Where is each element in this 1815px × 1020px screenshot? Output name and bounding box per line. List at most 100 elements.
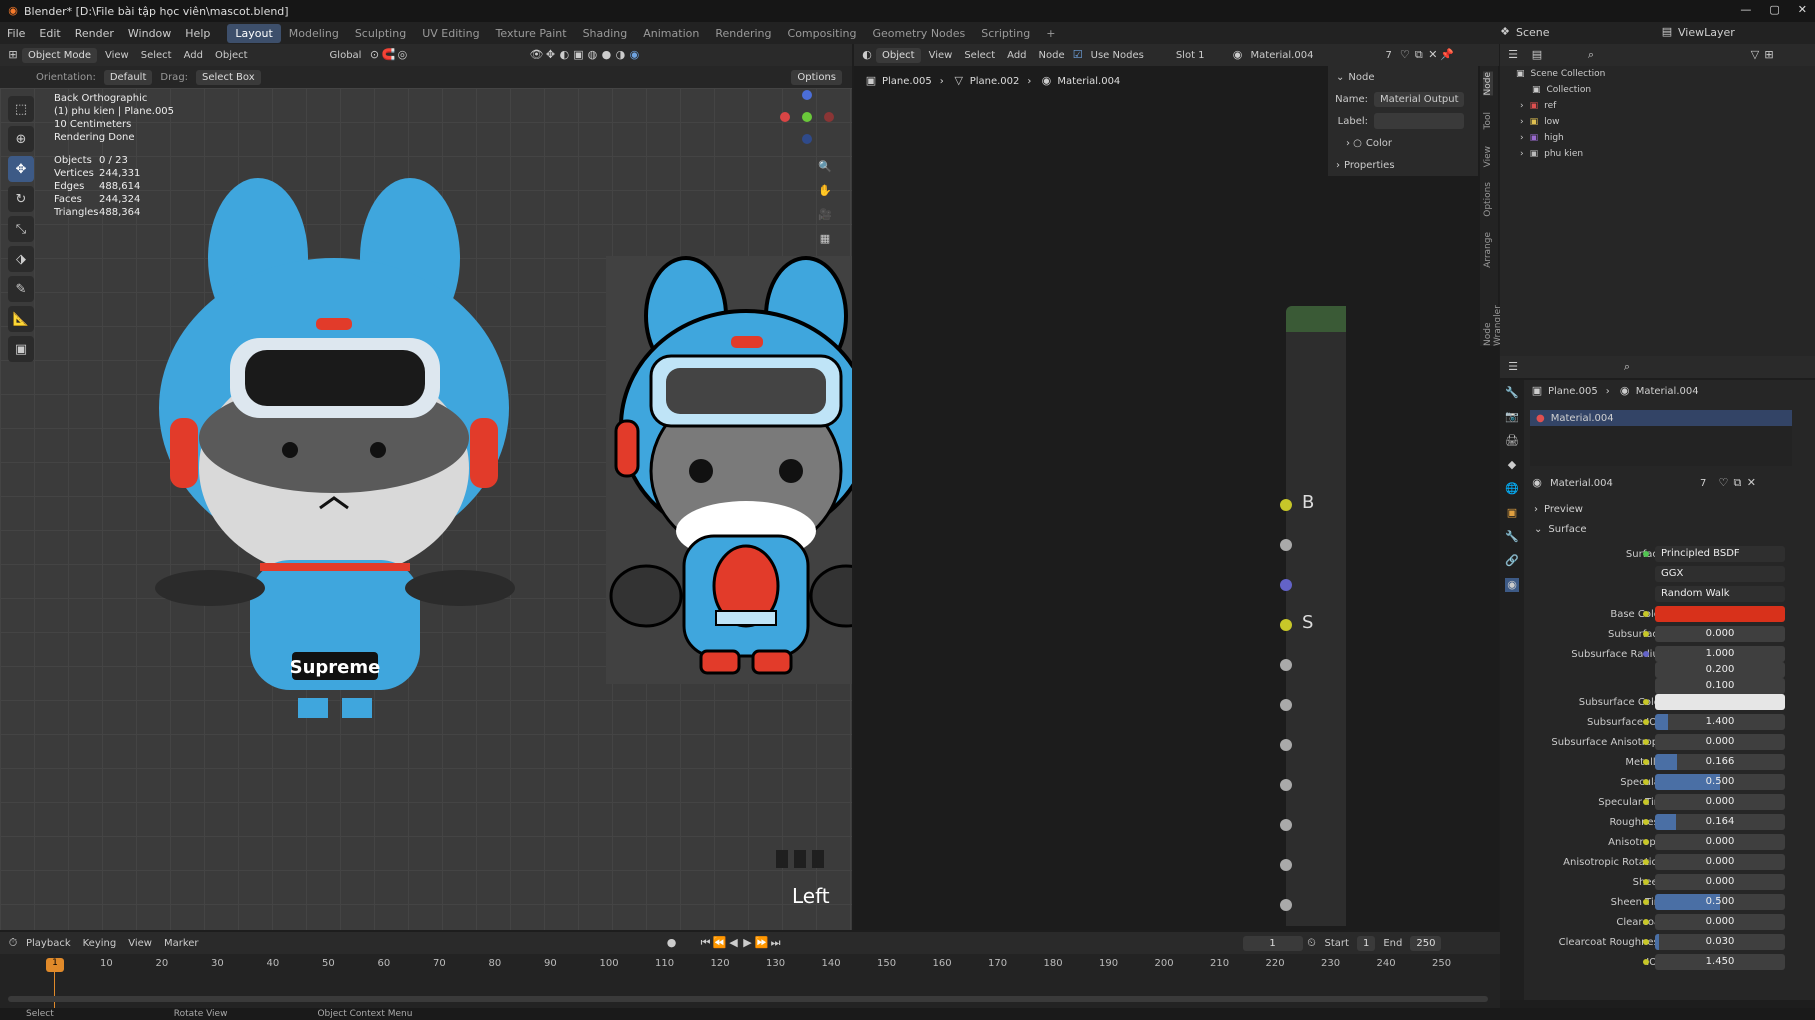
annotate-tool-icon[interactable]: ✎ bbox=[8, 276, 34, 302]
node-name-field[interactable]: Material Output bbox=[1374, 91, 1464, 107]
node-menu-view[interactable]: View bbox=[923, 48, 959, 63]
properties-subpanel[interactable]: › Properties bbox=[1328, 154, 1478, 176]
tab-uv-editing[interactable]: UV Editing bbox=[414, 24, 487, 43]
playhead[interactable]: 1 bbox=[46, 958, 64, 972]
property-field[interactable]: 0.000 bbox=[1655, 834, 1785, 850]
snap-icon[interactable]: 🧲 bbox=[381, 48, 396, 62]
cursor-tool-icon[interactable]: ⊕ bbox=[8, 126, 34, 152]
duplicate-icon[interactable]: ⧉ bbox=[1412, 48, 1426, 62]
world-tab-icon[interactable]: 🌐 bbox=[1505, 482, 1519, 496]
property-field[interactable]: 1.400 bbox=[1655, 714, 1785, 730]
tab-sculpting[interactable]: Sculpting bbox=[347, 24, 414, 43]
maximize-icon[interactable]: ▢ bbox=[1769, 3, 1779, 16]
properties-search-icon[interactable]: ⌕ bbox=[1620, 360, 1634, 374]
tab-texture-paint[interactable]: Texture Paint bbox=[488, 24, 575, 43]
socket[interactable] bbox=[1280, 779, 1292, 791]
outliner-item[interactable]: › ▣ phu kien bbox=[1500, 146, 1815, 162]
drag-dropdown[interactable]: Select Box bbox=[196, 69, 261, 85]
use-nodes-checkbox[interactable]: ☑ bbox=[1071, 48, 1085, 62]
node-menu-node[interactable]: Node bbox=[1033, 48, 1071, 63]
pan-hand-icon[interactable]: ✋ bbox=[818, 184, 832, 198]
gizmo-icon[interactable]: ✥ bbox=[543, 48, 557, 62]
3d-viewport[interactable]: ⬚ ⊕ ✥ ↻ ⤡ ⬗ ✎ 📐 ▣ Back Orthographic (1) … bbox=[0, 88, 852, 930]
socket[interactable] bbox=[1280, 539, 1292, 551]
grid-view-icon[interactable]: ▦ bbox=[818, 232, 832, 246]
tab-tool[interactable]: Tool bbox=[1483, 112, 1493, 129]
property-field[interactable]: 0.000 bbox=[1655, 734, 1785, 750]
material-name-field[interactable]: Material.004 bbox=[1550, 478, 1700, 489]
material-shading-icon[interactable]: ◑ bbox=[613, 48, 627, 62]
node-menu-add[interactable]: Add bbox=[1001, 48, 1032, 63]
overlay-icon[interactable]: ◐ bbox=[557, 48, 571, 62]
scene-tab-icon[interactable]: ◆ bbox=[1505, 458, 1519, 472]
tab-compositing[interactable]: Compositing bbox=[780, 24, 865, 43]
slot-dropdown[interactable]: Slot 1 bbox=[1170, 48, 1211, 63]
property-field[interactable]: 1.450 bbox=[1655, 954, 1785, 970]
editor-type-icon[interactable]: ⊞ bbox=[6, 48, 20, 62]
record-icon[interactable]: ● bbox=[665, 936, 679, 950]
node-editor-type-icon[interactable]: ◐ bbox=[860, 48, 874, 62]
node-header[interactable] bbox=[1286, 306, 1346, 332]
fake-user-icon[interactable]: ♡ bbox=[1398, 48, 1412, 62]
property-field[interactable]: 0.000 bbox=[1655, 854, 1785, 870]
surface-panel[interactable]: ⌄ Surface bbox=[1534, 524, 1587, 535]
tab-animation[interactable]: Animation bbox=[635, 24, 707, 43]
outliner-root[interactable]: ▣ Scene Collection bbox=[1500, 66, 1815, 82]
render-tab-icon[interactable]: 📷 bbox=[1505, 410, 1519, 424]
display-mode-icon[interactable]: ▤ bbox=[1530, 48, 1544, 62]
select-tool-icon[interactable]: ⬚ bbox=[8, 96, 34, 122]
socket-output[interactable] bbox=[1280, 499, 1292, 511]
tab-node[interactable]: Node bbox=[1483, 72, 1493, 96]
transform-tool-icon[interactable]: ⬗ bbox=[8, 246, 34, 272]
outliner-item[interactable]: ▣ Collection bbox=[1500, 82, 1815, 98]
unlink-icon[interactable]: ✕ bbox=[1426, 48, 1440, 62]
mode-dropdown[interactable]: Object Mode bbox=[22, 47, 97, 63]
proportional-icon[interactable]: ◎ bbox=[395, 48, 409, 62]
socket[interactable] bbox=[1280, 659, 1292, 671]
breadcrumb-mesh[interactable]: Plane.002 bbox=[970, 76, 1020, 87]
breadcrumb-material[interactable]: Material.004 bbox=[1057, 76, 1120, 87]
property-field[interactable]: 0.500 bbox=[1655, 894, 1785, 910]
reference-image[interactable] bbox=[606, 256, 852, 684]
solid-shading-icon[interactable]: ● bbox=[599, 48, 613, 62]
zoom-icon[interactable]: 🔍 bbox=[818, 160, 832, 174]
color-subpanel[interactable]: › ○ Color bbox=[1328, 132, 1478, 154]
options-button[interactable]: Options bbox=[791, 69, 842, 85]
material-slot-item[interactable]: ● Material.004 bbox=[1530, 410, 1792, 426]
outliner-item[interactable]: › ▣ ref bbox=[1500, 98, 1815, 114]
jump-start-icon[interactable]: ⏮ bbox=[699, 936, 713, 950]
duplicate-icon[interactable]: ⧉ bbox=[1730, 476, 1744, 490]
surface-shader-field[interactable]: Principled BSDF bbox=[1655, 546, 1785, 562]
property-field[interactable]: 0.500 bbox=[1655, 774, 1785, 790]
object-dropdown[interactable]: Object bbox=[876, 47, 921, 63]
minimize-icon[interactable]: — bbox=[1740, 3, 1751, 16]
menu-render[interactable]: Render bbox=[68, 27, 121, 40]
next-keyframe-icon[interactable]: ⏩ bbox=[755, 936, 769, 950]
tab-shading[interactable]: Shading bbox=[575, 24, 636, 43]
preview-panel[interactable]: › Preview bbox=[1534, 504, 1583, 515]
pivot-icon[interactable]: ⊙ bbox=[367, 48, 381, 62]
property-field[interactable]: 0.030 bbox=[1655, 934, 1785, 950]
rendered-shading-icon[interactable]: ◉ bbox=[627, 48, 641, 62]
measure-tool-icon[interactable]: 📐 bbox=[8, 306, 34, 332]
menu-file[interactable]: File bbox=[0, 27, 32, 40]
property-field[interactable]: 0.000 bbox=[1655, 874, 1785, 890]
socket[interactable] bbox=[1280, 899, 1292, 911]
property-field[interactable]: 0.000 bbox=[1655, 794, 1785, 810]
unlink-icon[interactable]: ✕ bbox=[1744, 476, 1758, 490]
subsurface-method-dropdown[interactable]: Random Walk bbox=[1655, 586, 1785, 602]
pin-icon[interactable]: 📌 bbox=[1440, 48, 1454, 62]
tab-scripting[interactable]: Scripting bbox=[973, 24, 1038, 43]
breadcrumb-object[interactable]: Plane.005 bbox=[882, 76, 932, 87]
close-icon[interactable]: ✕ bbox=[1798, 3, 1807, 16]
tab-view[interactable]: View bbox=[1483, 146, 1493, 167]
tab-rendering[interactable]: Rendering bbox=[707, 24, 779, 43]
navigation-gizmo[interactable] bbox=[776, 90, 836, 150]
node-editor[interactable]: ▣ Plane.005 › ▽ Plane.002 › ◉ Material.004… bbox=[854, 66, 1503, 930]
tab-geometry-nodes[interactable]: Geometry Nodes bbox=[864, 24, 973, 43]
keying-menu[interactable]: Keying bbox=[77, 936, 123, 951]
properties-type-icon[interactable]: ☰ bbox=[1506, 360, 1520, 374]
socket[interactable] bbox=[1280, 859, 1292, 871]
visibility-icon[interactable]: 👁 bbox=[529, 48, 543, 62]
socket[interactable] bbox=[1280, 579, 1292, 591]
